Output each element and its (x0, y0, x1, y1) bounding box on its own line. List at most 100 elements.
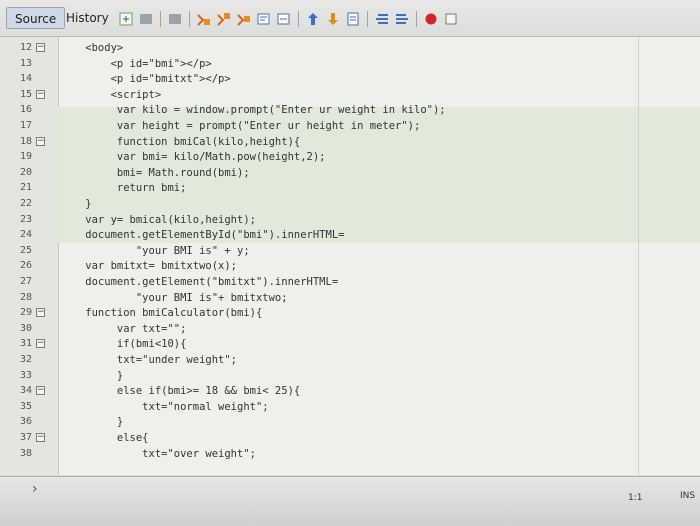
line-number: 13 (19, 57, 32, 69)
code-line: 20 bmi= Math.round(bmi); (0, 165, 700, 181)
previous-bookmark-icon[interactable] (305, 11, 321, 27)
status-bar: › 1:1 INS (0, 476, 700, 526)
code-text[interactable]: bmi= Math.round(bmi); (60, 165, 250, 181)
code-text[interactable]: } (60, 414, 123, 430)
code-line: 13 <p id="bmi"></p> (0, 56, 700, 72)
toggle-bookmark-icon[interactable] (345, 11, 361, 27)
code-line: 21 return bmi; (0, 180, 700, 196)
fold-toggle-icon[interactable]: − (36, 136, 45, 146)
line-number: 17 (19, 120, 32, 131)
line-number: 35 (19, 400, 32, 412)
tab-history[interactable]: History (58, 7, 117, 29)
code-text[interactable]: function bmiCal(kilo,height){ (60, 134, 300, 150)
code-line: 33 } (0, 368, 700, 384)
line-number: 12 (19, 42, 32, 53)
tab-source[interactable]: Source (6, 7, 66, 29)
code-line: 31− if(bmi<10){ (0, 336, 700, 352)
code-text[interactable]: return bmi; (60, 180, 187, 196)
toolbar-separator (298, 11, 299, 27)
code-text[interactable]: "your BMI is"+ bmitxtwo; (60, 290, 288, 306)
last-edit-icon[interactable] (118, 11, 134, 27)
code-line: 38 txt="over weight"; (0, 446, 700, 462)
code-text[interactable]: var y= bmical(kilo,height); (60, 212, 256, 228)
find-selection-icon[interactable] (196, 11, 212, 27)
forward-icon[interactable] (167, 11, 183, 27)
line-number: 25 (19, 244, 32, 256)
expand-chevron-icon[interactable]: › (32, 481, 38, 497)
fold-toggle-icon[interactable]: − (36, 89, 45, 99)
code-line: 27 document.getElement("bmitxt").innerHT… (0, 274, 700, 290)
line-number: 30 (19, 322, 32, 334)
code-text[interactable]: "your BMI is" + y; (60, 243, 250, 259)
line-number: 36 (19, 416, 32, 428)
code-editor[interactable]: 12− <body> 13 <p id="bmi"></p> 14 <p id="b… (0, 37, 700, 475)
insert-mode: INS (680, 491, 696, 501)
code-text[interactable]: document.getElement("bmitxt").innerHTML= (60, 274, 338, 290)
code-line: 17 var height = prompt("Enter ur height … (0, 118, 700, 134)
code-text[interactable]: if(bmi<10){ (60, 336, 187, 352)
line-number: 29 (19, 307, 32, 319)
fold-toggle-icon[interactable]: − (36, 433, 45, 442)
line-number: 18 (19, 135, 32, 147)
line-number: 32 (19, 354, 32, 365)
code-text[interactable]: <script> (60, 87, 162, 103)
code-text[interactable]: } (60, 196, 91, 212)
shift-left-icon[interactable] (374, 11, 390, 27)
line-number: 15 (19, 88, 32, 100)
editor-toolbar: Source History (0, 0, 700, 37)
code-line: 26 var bmitxt= bmitxtwo(x); (0, 258, 700, 274)
code-text[interactable]: txt="normal weight"; (60, 399, 268, 415)
find-next-icon[interactable] (236, 11, 252, 27)
stop-macro-icon[interactable] (443, 11, 459, 27)
code-text[interactable]: var bmi= kilo/Math.pow(height,2); (60, 149, 326, 165)
code-text[interactable]: <p id="bmitxt"></p> (60, 71, 231, 87)
code-line: 32 txt="under weight"; (0, 352, 700, 368)
code-text[interactable]: var txt=""; (60, 321, 187, 337)
toolbar-separator (160, 11, 161, 27)
code-text[interactable]: document.getElementById("bmi").innerHTML… (60, 227, 344, 243)
toolbar-separator (416, 11, 417, 27)
code-text[interactable]: function bmiCalculator(bmi){ (60, 305, 262, 321)
cursor-position: 1:1 (628, 493, 643, 503)
fold-toggle-icon[interactable]: − (36, 339, 45, 349)
line-number: 21 (19, 182, 32, 194)
code-line: 19 var bmi= kilo/Math.pow(height,2); (0, 149, 700, 165)
code-line: 23 var y= bmical(kilo,height); (0, 212, 700, 228)
code-line: 14 <p id="bmitxt"></p> (0, 71, 700, 87)
code-text[interactable]: var kilo = window.prompt("Enter ur weigh… (60, 102, 446, 118)
code-text[interactable]: txt="under weight"; (60, 352, 237, 368)
toggle-highlight-icon[interactable] (256, 11, 272, 27)
fold-toggle-icon[interactable]: − (36, 386, 45, 396)
code-text[interactable]: } (60, 368, 123, 384)
shift-right-icon[interactable] (394, 11, 410, 27)
code-line: 34− else if(bmi>= 18 && bmi< 25){ (0, 383, 700, 399)
line-number: 23 (19, 213, 32, 225)
code-line: 25 "your BMI is" + y; (0, 243, 700, 259)
code-line: 24 document.getElementById("bmi").innerH… (0, 227, 700, 243)
code-text[interactable]: <body> (60, 40, 123, 56)
line-number: 19 (19, 151, 32, 163)
toolbar-separator (189, 11, 190, 27)
start-macro-icon[interactable] (423, 11, 439, 27)
code-line: 22 } (0, 196, 700, 212)
code-text[interactable]: else if(bmi>= 18 && bmi< 25){ (60, 383, 300, 399)
line-number: 22 (19, 198, 32, 209)
line-number: 37 (19, 432, 32, 443)
find-previous-icon[interactable] (216, 11, 232, 27)
line-number: 16 (19, 104, 32, 116)
code-text[interactable]: else{ (60, 430, 149, 446)
fold-toggle-icon[interactable]: − (36, 308, 45, 318)
line-number: 28 (19, 291, 32, 303)
fold-toggle-icon[interactable]: − (36, 43, 45, 52)
next-bookmark-icon[interactable] (325, 11, 341, 27)
toggle-rect-selection-icon[interactable] (276, 11, 292, 27)
code-line: 36 } (0, 414, 700, 430)
code-text[interactable]: txt="over weight"; (60, 446, 256, 462)
code-text[interactable]: <p id="bmi"></p> (60, 56, 212, 72)
code-line: 28 "your BMI is"+ bmitxtwo; (0, 290, 700, 306)
line-number: 26 (19, 260, 32, 272)
toolbar-separator (367, 11, 368, 27)
code-text[interactable]: var bmitxt= bmitxtwo(x); (60, 258, 237, 274)
code-text[interactable]: var height = prompt("Enter ur height in … (60, 118, 420, 134)
back-icon[interactable] (138, 11, 154, 27)
